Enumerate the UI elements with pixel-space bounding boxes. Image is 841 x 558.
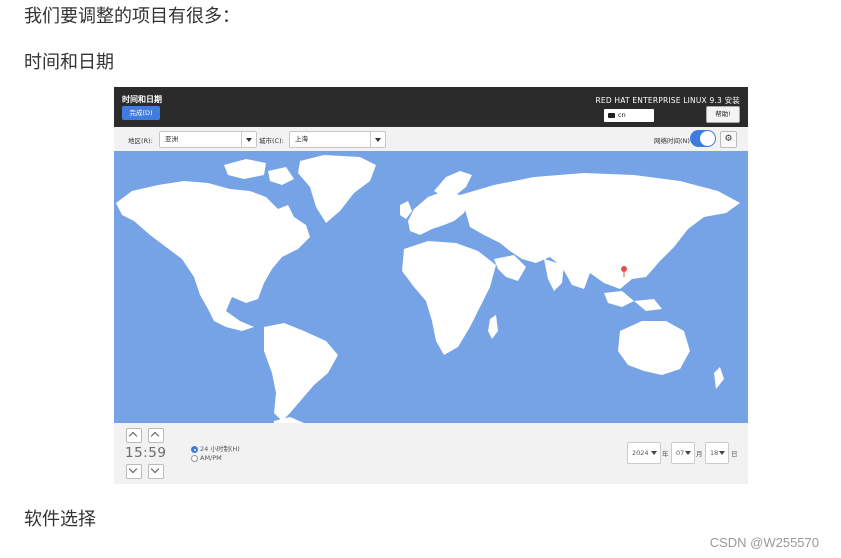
hour-up-button[interactable]: [126, 428, 142, 443]
radio-selected-icon: [191, 445, 198, 453]
network-time-toggle[interactable]: [690, 130, 716, 147]
timezone-map[interactable]: [114, 151, 748, 423]
dropdown-arrow-icon: [719, 451, 725, 455]
year-dropdown[interactable]: 2024: [627, 442, 661, 464]
time-date-panel: 15:59 24 小时制(H) AM/PM 2024 年 07 月 18 日: [114, 423, 748, 484]
format-ampm-label: AM/PM: [200, 454, 222, 462]
year-unit: 年: [662, 450, 669, 458]
hour-down-button[interactable]: [126, 464, 142, 479]
region-dropdown[interactable]: 亚洲: [159, 131, 257, 148]
section-heading-time-date: 时间和日期: [24, 52, 114, 73]
watermark: CSDN @W255570: [709, 535, 819, 550]
region-value: 亚洲: [165, 135, 178, 143]
keyboard-icon: [608, 112, 615, 118]
format-24h-radio[interactable]: 24 小时制(H): [191, 443, 240, 453]
dropdown-arrow-icon: [370, 132, 385, 147]
timezone-toolbar: 地区(R): 亚洲 城市(C): 上海 网络时间(N) ⚙: [114, 127, 748, 152]
dropdown-arrow-icon: [241, 132, 256, 147]
day-dropdown[interactable]: 18: [705, 442, 729, 464]
gear-icon: ⚙: [724, 134, 733, 144]
ntp-settings-button[interactable]: ⚙: [720, 131, 737, 148]
format-ampm-radio[interactable]: AM/PM: [191, 454, 222, 462]
minute-up-button[interactable]: [148, 428, 164, 443]
month-dropdown[interactable]: 07: [671, 442, 695, 464]
intro-paragraph: 我们要调整的项目有很多：: [24, 6, 240, 27]
time-display: 15:59: [125, 445, 167, 461]
installer-screenshot: 时间和日期 完成(D) RED HAT ENTERPRISE LINUX 9.3…: [114, 87, 748, 484]
product-name: RED HAT ENTERPRISE LINUX 9.3 安装: [595, 96, 740, 105]
format-24h-label: 24 小时制(H): [200, 445, 240, 453]
city-label: 城市(C):: [259, 137, 284, 145]
city-value: 上海: [295, 135, 308, 143]
keyboard-layout-indicator[interactable]: cn: [604, 109, 654, 122]
region-label: 地区(R):: [128, 137, 153, 145]
dropdown-arrow-icon: [651, 451, 657, 455]
done-button[interactable]: 完成(D): [122, 106, 160, 120]
world-landmass: [116, 155, 740, 423]
month-value: 07: [676, 449, 685, 457]
installer-header: 时间和日期 完成(D) RED HAT ENTERPRISE LINUX 9.3…: [114, 87, 748, 127]
day-value: 18: [710, 449, 719, 457]
installer-title: 时间和日期: [122, 95, 162, 104]
network-time-label: 网络时间(N): [654, 137, 690, 145]
dropdown-arrow-icon: [685, 451, 691, 455]
minute-down-button[interactable]: [148, 464, 164, 479]
radio-unselected-icon: [191, 454, 198, 462]
month-unit: 月: [696, 450, 703, 458]
day-unit: 日: [731, 450, 738, 458]
keyboard-layout-label: cn: [618, 111, 626, 119]
city-dropdown[interactable]: 上海: [289, 131, 386, 148]
toggle-knob: [700, 131, 715, 146]
help-button[interactable]: 帮助!: [706, 106, 740, 123]
section-heading-software: 软件选择: [24, 509, 96, 530]
year-value: 2024: [632, 449, 649, 457]
